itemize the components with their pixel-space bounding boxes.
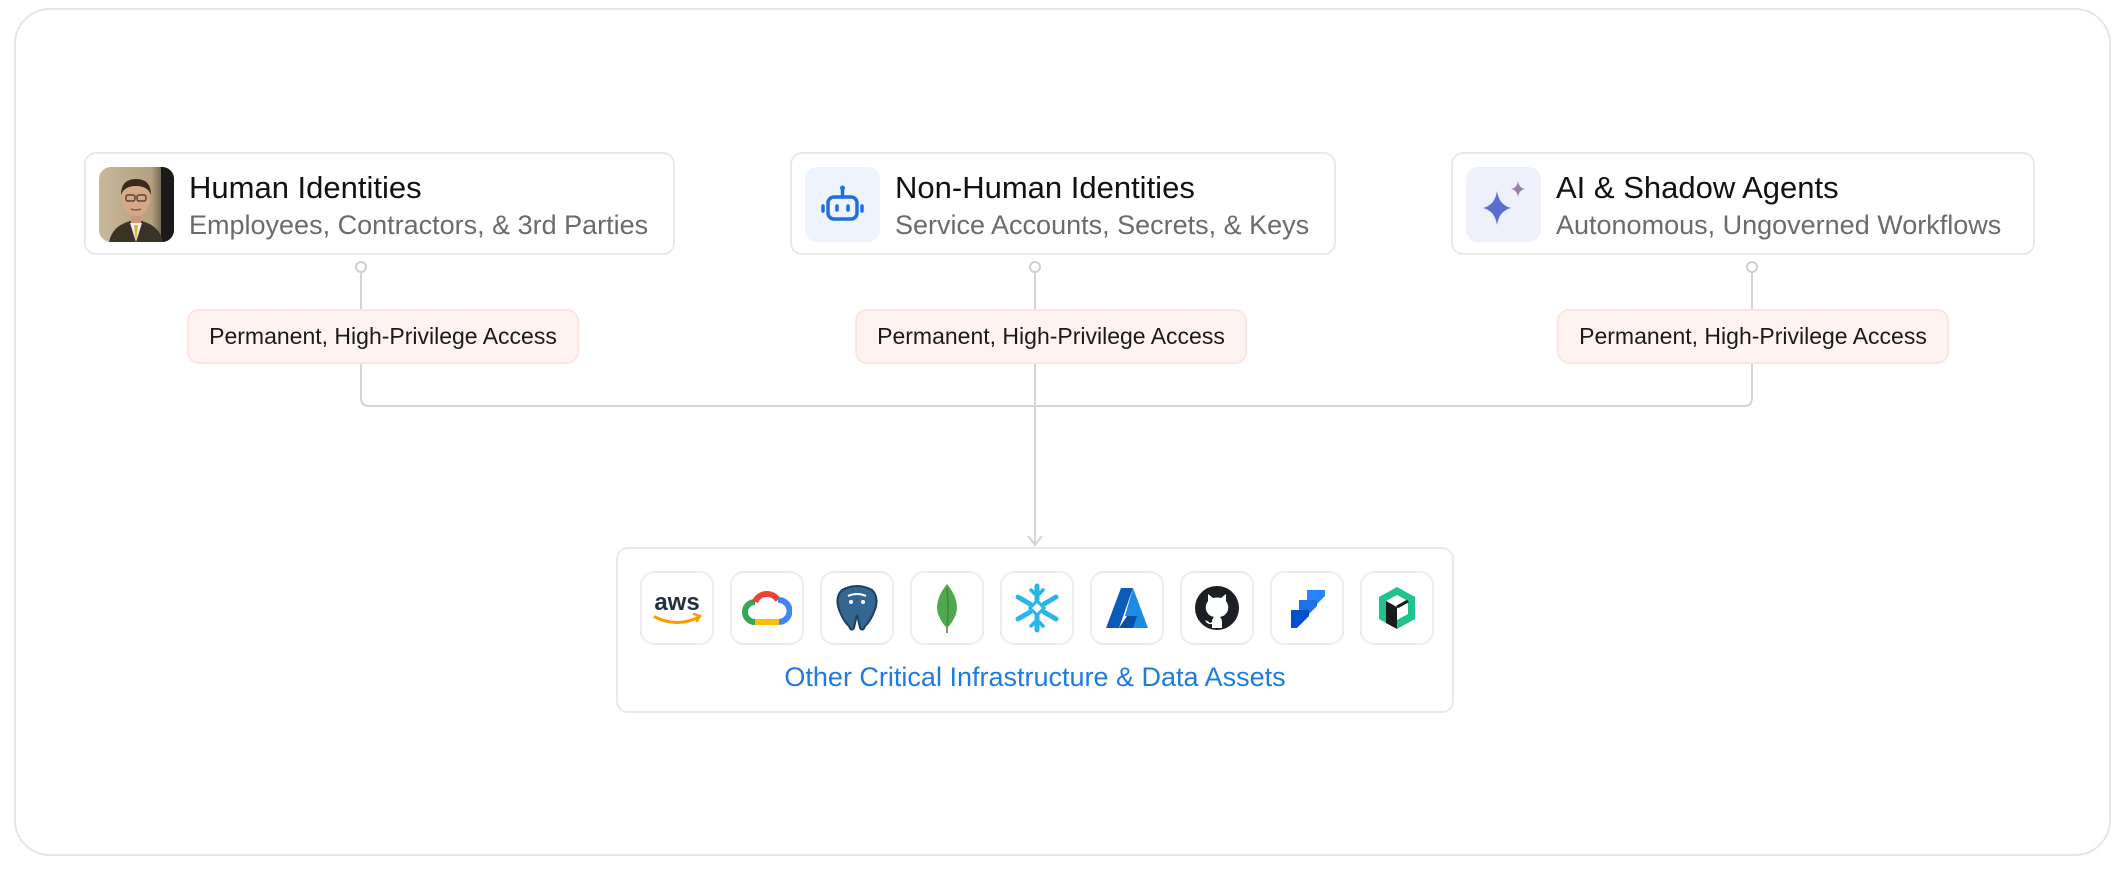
access-label-nonhuman: Permanent, High-Privilege Access: [855, 309, 1247, 364]
human-identities-card: Human Identities Employees, Contractors,…: [84, 152, 675, 255]
robot-icon: [805, 167, 880, 242]
sparkle-icon: [1466, 167, 1541, 242]
card-title: Human Identities: [189, 170, 422, 205]
aws-logo-text: aws: [654, 589, 699, 616]
card-title: Non-Human Identities: [895, 170, 1195, 205]
card-subtitle: Employees, Contractors, & 3rd Parties: [189, 210, 649, 240]
nutanix-logo-icon: [1360, 571, 1434, 645]
card-subtitle: Service Accounts, Secrets, & Keys: [895, 210, 1310, 240]
mongodb-logo-icon: [910, 571, 984, 645]
person-photo-icon: [99, 167, 174, 242]
assets-label: Other Critical Infrastructure & Data Ass…: [784, 662, 1286, 692]
access-label-human: Permanent, High-Privilege Access: [187, 309, 579, 364]
aws-logo-icon: aws: [640, 571, 714, 645]
access-label-ai: Permanent, High-Privilege Access: [1557, 309, 1949, 364]
github-logo-icon: [1180, 571, 1254, 645]
ai-shadow-agents-card: AI & Shadow Agents Autonomous, Ungoverne…: [1451, 152, 2035, 255]
card-title: AI & Shadow Agents: [1556, 170, 1839, 205]
non-human-identities-card: Non-Human Identities Service Accounts, S…: [790, 152, 1336, 255]
postgresql-logo-icon: [820, 571, 894, 645]
azure-logo-icon: [1090, 571, 1164, 645]
jira-logo-icon: [1270, 571, 1344, 645]
google-cloud-logo-icon: [730, 571, 804, 645]
snowflake-logo-icon: [1000, 571, 1074, 645]
card-subtitle: Autonomous, Ungoverned Workflows: [1556, 210, 2002, 240]
diagram-frame: [14, 8, 2111, 856]
critical-assets-box: aws Other Critical Infrastructure & Data…: [616, 547, 1454, 713]
